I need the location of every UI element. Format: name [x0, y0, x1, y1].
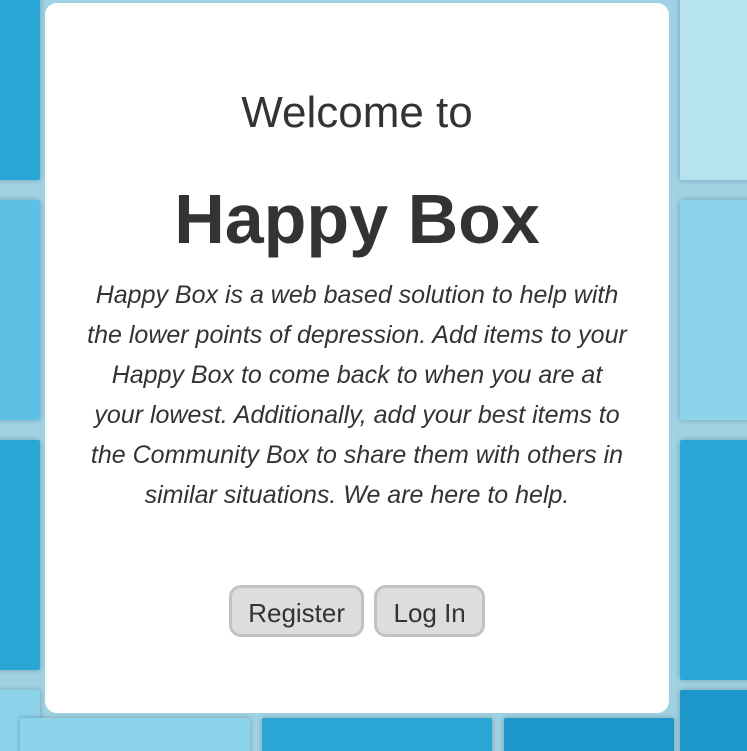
app-title: Happy Box: [174, 180, 540, 258]
background-tile: [680, 690, 747, 751]
background-tile: [0, 200, 40, 420]
background-tile: [262, 718, 492, 751]
background-tile: [680, 440, 747, 680]
login-button[interactable]: Log In: [374, 585, 485, 637]
register-button[interactable]: Register: [229, 585, 365, 637]
action-buttons: Register Log In: [45, 585, 669, 637]
background-tile: [680, 200, 747, 420]
background-tile: [680, 0, 747, 180]
background-tile: [20, 718, 250, 751]
background-tile: [0, 0, 40, 180]
background-tile: [0, 440, 40, 670]
app-description: Happy Box is a web based solution to hel…: [87, 281, 627, 509]
welcome-heading: Welcome to: [241, 88, 473, 137]
background-tile: [504, 718, 674, 751]
welcome-card: Welcome to Happy Box Happy Box is a web …: [45, 3, 669, 713]
